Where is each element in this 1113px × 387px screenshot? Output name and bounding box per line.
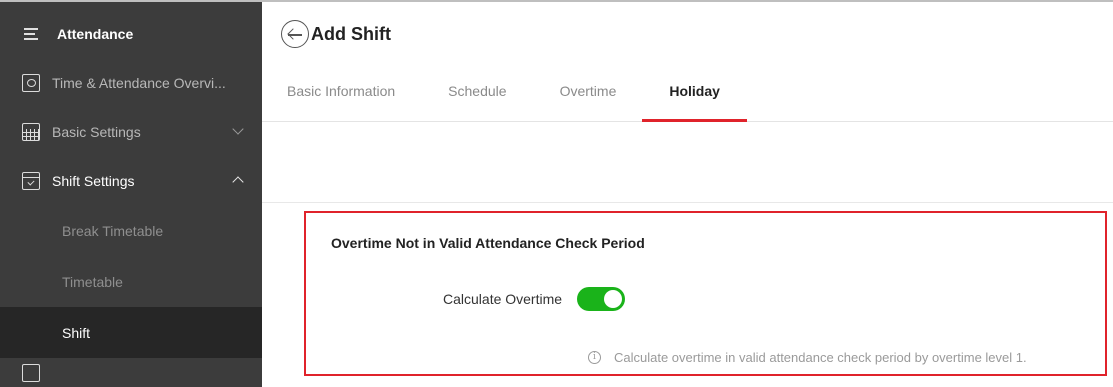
sidebar-item-overview[interactable]: Time & Attendance Overvi... (0, 58, 262, 107)
grid-settings-icon (22, 122, 40, 141)
sidebar-subitem-timetable[interactable]: Timetable (0, 256, 262, 307)
section-title: Overtime Not in Valid Attendance Check P… (331, 235, 645, 251)
tab-overtime[interactable]: Overtime (560, 65, 617, 121)
tab-bar: Basic Information Schedule Overtime Holi… (262, 66, 1113, 122)
sidebar-item-label: Shift Settings (52, 172, 135, 189)
main-content: Add Shift Basic Information Schedule Ove… (262, 2, 1113, 387)
tab-holiday[interactable]: Holiday (642, 65, 747, 122)
app-window: Attendance Time & Attendance Overvi... B… (0, 0, 1113, 387)
sidebar-header: Attendance (0, 2, 262, 66)
toggle-knob (604, 290, 623, 308)
tab-basic-information[interactable]: Basic Information (287, 65, 395, 121)
chevron-down-icon (232, 123, 244, 135)
sidebar-item-label: Basic Settings (52, 123, 141, 140)
hint-label: Calculate overtime in valid attendance c… (614, 350, 1027, 365)
page-header: Add Shift (262, 2, 1113, 66)
page-title: Add Shift (311, 23, 391, 44)
content-panel (262, 123, 1113, 203)
sidebar-item-basic-settings[interactable]: Basic Settings (0, 107, 262, 156)
sidebar-subitem-shift[interactable]: Shift (0, 307, 262, 358)
tab-schedule[interactable]: Schedule (448, 65, 506, 121)
sidebar-subitem-label: Break Timetable (62, 222, 164, 239)
sidebar-item-shift-settings[interactable]: Shift Settings (0, 156, 262, 205)
overtime-section: Overtime Not in Valid Attendance Check P… (304, 211, 1107, 376)
chevron-up-icon (232, 176, 244, 188)
monitor-icon (22, 73, 40, 92)
back-arrow-icon[interactable] (281, 20, 309, 48)
info-icon: i (588, 351, 601, 364)
calculate-overtime-row: Calculate Overtime (443, 287, 626, 311)
sidebar-subitem-label: Timetable (62, 273, 123, 290)
menu-icon[interactable] (24, 28, 38, 40)
calculate-overtime-label: Calculate Overtime (443, 291, 563, 307)
sidebar: Attendance Time & Attendance Overvi... B… (0, 2, 262, 387)
calculate-overtime-toggle[interactable] (577, 287, 626, 311)
sidebar-title: Attendance (57, 26, 134, 42)
sidebar-item-partial[interactable] (0, 358, 262, 382)
hint-text: i Calculate overtime in valid attendance… (588, 350, 1027, 365)
sidebar-item-label: Time & Attendance Overvi... (52, 74, 226, 91)
sidebar-subitem-label: Shift (62, 324, 91, 341)
calendar-icon (22, 364, 40, 382)
calendar-check-icon (22, 171, 40, 190)
sidebar-subitem-break-timetable[interactable]: Break Timetable (0, 205, 262, 256)
